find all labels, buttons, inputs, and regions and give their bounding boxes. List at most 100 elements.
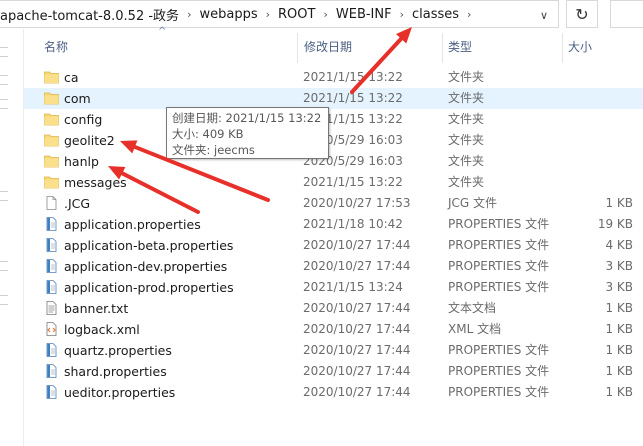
column-date[interactable]: 修改日期 [304,29,352,63]
chevron-down-icon[interactable]: ∨ [540,9,548,22]
file-name: logback.xml [64,322,140,337]
file-type: PROPERTIES 文件 [448,385,550,399]
file-row-jcg[interactable]: .JCG 2020/10/27 17:53 JCG 文件 1 KB [24,193,643,214]
column-type[interactable]: 类型 [448,29,472,63]
address-bar-row: apache-tomcat-8.0.52 -政务 › webapps › ROO… [0,0,643,29]
file-row-quartz-properties[interactable]: quartz.properties 2020/10/27 17:44 PROPERT… [24,340,643,361]
file-list: ca 2021/1/15 13:22 文件夹 com 2021/1/15 13:22 文件… [24,67,643,403]
file-size: 3 KB [605,259,633,273]
file-type: 文件夹 [448,154,485,168]
breadcrumb-web-inf[interactable]: WEB-INF [334,7,394,22]
breadcrumb-webapps[interactable]: webapps [197,7,259,22]
file-size: 1 KB [605,301,633,315]
file-date: 2020/10/27 17:44 [303,343,411,357]
file-name: application-prod.properties [64,280,234,295]
column-divider[interactable] [562,33,563,63]
xml-file-icon [44,322,59,336]
nav-item[interactable] [0,295,8,305]
file-size: 1 KB [605,364,633,378]
navigation-pane[interactable] [0,29,24,446]
file-type: PROPERTIES 文件 [448,238,550,252]
file-type: 文件夹 [448,112,485,126]
breadcrumb-separator-icon[interactable]: › [260,8,276,21]
folder-icon [44,154,59,168]
file-type: PROPERTIES 文件 [448,217,550,231]
file-row-application-prod-properties[interactable]: application-prod.properties 2021/1/15 13:… [24,277,643,298]
file-size: 1 KB [605,322,633,336]
text-file-icon [44,301,59,315]
properties-icon [44,385,59,399]
nav-item[interactable] [0,99,8,109]
file-type: 文件夹 [448,91,485,105]
file-row-com[interactable]: com 2021/1/15 13:22 文件夹 [24,88,643,109]
properties-icon [44,364,59,378]
breadcrumb-separator-icon[interactable]: › [394,8,410,21]
file-name: application-dev.properties [64,259,228,274]
file-row-config[interactable]: config 2021/1/15 13:22 文件夹 [24,109,643,130]
column-name[interactable]: 名称 [44,29,68,63]
file-date: 2020/10/27 17:44 [303,322,411,336]
breadcrumb-classes[interactable]: classes [410,7,461,22]
file-row-application-dev-properties[interactable]: application-dev.properties 2020/10/27 17:… [24,256,643,277]
file-size: 3 KB [605,280,633,294]
file-date: 2021/1/15 13:24 [303,280,403,294]
nav-item[interactable] [0,191,8,201]
file-row-shard-properties[interactable]: shard.properties 2020/10/27 17:44 PROPERTI… [24,361,643,382]
file-row-ca[interactable]: ca 2021/1/15 13:22 文件夹 [24,67,643,88]
file-date: 2020/10/27 17:44 [303,301,411,315]
file-type: 文件夹 [448,70,485,84]
folder-icon [44,91,59,105]
properties-icon [44,217,59,231]
file-type: PROPERTIES 文件 [448,259,550,273]
file-name: com [64,91,91,106]
file-date: 2020/10/27 17:44 [303,385,411,399]
file-name: config [64,112,103,127]
properties-icon [44,280,59,294]
breadcrumb-root[interactable]: ROOT [276,7,317,22]
file-row-logback-xml[interactable]: logback.xml 2020/10/27 17:44 XML 文档 1 KB [24,319,643,340]
tooltip-created: 创建日期: 2021/1/15 13:22 [172,111,322,125]
breadcrumb-tomcat[interactable]: apache-tomcat-8.0.52 -政务 [0,5,181,24]
file-date: 2021/1/15 13:22 [303,175,403,189]
breadcrumb-separator-icon[interactable]: › [181,8,197,21]
breadcrumb-separator-icon[interactable]: › [317,8,333,21]
file-row-application-properties[interactable]: application.properties 2021/1/18 10:42 PRO… [24,214,643,235]
folder-icon [44,133,59,147]
file-size: 1 KB [605,385,633,399]
tooltip-folder: 文件夹: jeecms [172,143,255,157]
file-row-banner-txt[interactable]: banner.txt 2020/10/27 17:44 文本文档 1 KB [24,298,643,319]
file-type: 文件夹 [448,175,485,189]
nav-item[interactable] [0,75,8,85]
file-date: 2021/1/15 13:22 [303,70,403,84]
refresh-button[interactable]: ↻ [566,0,598,28]
properties-icon [44,238,59,252]
properties-icon [44,259,59,273]
file-row-hanlp[interactable]: hanlp 2020/5/29 16:03 文件夹 [24,151,643,172]
sort-ascending-icon: ^ [158,26,167,37]
file-size: 1 KB [605,196,633,210]
file-row-application-beta-properties[interactable]: application-beta.properties 2020/10/27 17… [24,235,643,256]
column-size[interactable]: 大小 [568,29,592,63]
nav-item[interactable] [0,261,8,271]
tooltip-size: 大小: 409 KB [172,127,244,141]
folder-tooltip: 创建日期: 2021/1/15 13:22 大小: 409 KB 文件夹: je… [166,107,329,159]
file-date: 2020/10/27 17:44 [303,238,411,252]
file-row-messages[interactable]: messages 2021/1/15 13:22 文件夹 [24,172,643,193]
file-name: banner.txt [64,301,129,316]
column-header: ^ 名称 修改日期 类型 大小 [24,26,643,63]
file-name: ueditor.properties [64,385,176,400]
file-row-ueditor-properties[interactable]: ueditor.properties 2020/10/27 17:44 PROPER… [24,382,643,403]
file-row-geolite2[interactable]: geolite2 2020/5/29 16:03 文件夹 [24,130,643,151]
file-date: 2021/1/15 13:22 [303,91,403,105]
file-date: 2021/1/18 10:42 [303,217,403,231]
file-name: shard.properties [64,364,167,379]
file-name: geolite2 [64,133,115,148]
nav-item[interactable] [0,47,8,57]
file-date: 2020/10/27 17:44 [303,259,411,273]
file-name: .JCG [64,196,91,211]
search-box[interactable] [610,0,643,28]
column-divider[interactable] [442,33,443,63]
breadcrumb-separator-icon[interactable]: › [461,8,477,21]
address-bar[interactable]: apache-tomcat-8.0.52 -政务 › webapps › ROO… [0,0,559,28]
column-divider[interactable] [297,33,298,63]
